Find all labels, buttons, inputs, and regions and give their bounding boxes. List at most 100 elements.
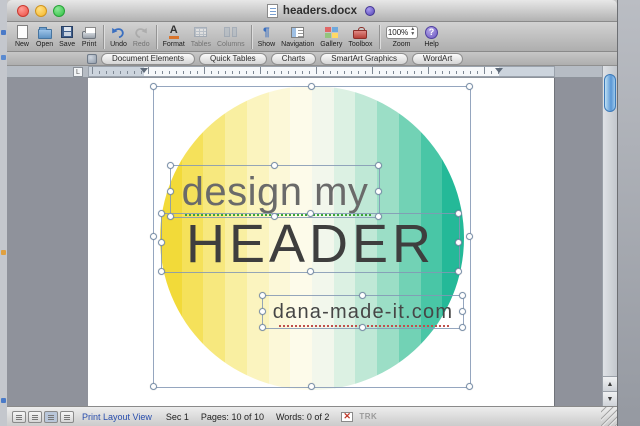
columns-button[interactable]: Columns (214, 24, 248, 48)
document-area[interactable]: design my HEADER dana-made-it.com (7, 78, 602, 406)
ruler-tick (358, 71, 359, 74)
ruler-tick (106, 71, 107, 74)
format-button[interactable]: A Format (160, 24, 188, 49)
resize-grip[interactable] (601, 407, 617, 426)
right-indent-marker[interactable] (495, 68, 503, 73)
gallery-button[interactable]: Gallery (317, 24, 345, 48)
tab-smartart-graphics[interactable]: SmartArt Graphics (320, 52, 409, 65)
selection-box-header[interactable] (158, 210, 462, 275)
horizontal-ruler[interactable] (88, 66, 555, 77)
selection-handle[interactable] (459, 308, 466, 315)
outline-view-button[interactable] (28, 410, 42, 423)
print-layout-view-button[interactable] (44, 410, 58, 423)
selection-handle[interactable] (306, 210, 314, 217)
selection-handle[interactable] (150, 233, 157, 240)
selection-handle[interactable] (158, 239, 165, 246)
selection-handle[interactable] (271, 162, 278, 169)
section-indicator: Sec 1 (165, 411, 189, 422)
show-button[interactable]: ¶ Show (255, 24, 279, 48)
left-indent-marker[interactable] (140, 68, 148, 73)
gallery-toggle-icon[interactable] (87, 53, 97, 64)
print-button[interactable]: Print (78, 24, 100, 48)
format-icon: A (168, 25, 179, 39)
toolbar-separator (250, 25, 252, 49)
scrollbar-thumb[interactable] (604, 74, 616, 112)
selection-handle[interactable] (455, 239, 462, 246)
selection-handle[interactable] (359, 292, 366, 299)
gallery-icon (324, 26, 338, 38)
selection-handle[interactable] (306, 268, 314, 275)
toolbar-label: Format (162, 41, 185, 48)
selection-box-design-my[interactable] (167, 162, 382, 220)
help-button[interactable]: ? Help (421, 24, 443, 48)
selection-box-url[interactable] (259, 292, 466, 331)
tab-wordart[interactable]: WordArt (412, 52, 464, 65)
tab-quick-tables[interactable]: Quick Tables (199, 52, 267, 65)
ruler-tick (379, 71, 380, 74)
selection-handle[interactable] (466, 83, 473, 90)
selection-handle[interactable] (466, 233, 473, 240)
new-button[interactable]: New (11, 24, 33, 48)
ruler-tick (197, 71, 198, 74)
selection-handle[interactable] (167, 187, 174, 195)
ruler-tick (456, 71, 457, 74)
ruler-tick (540, 67, 541, 74)
selection-handle[interactable] (150, 383, 157, 390)
ruler-tick (134, 71, 135, 74)
selection-handle[interactable] (459, 292, 466, 299)
track-changes-toggle[interactable]: TRK (359, 412, 377, 421)
zoom-control[interactable]: 100% ▲ ▼ Zoom (383, 24, 421, 48)
title-bar-gem-button[interactable] (365, 6, 375, 16)
draft-view-button[interactable] (12, 410, 26, 423)
show-marks-icon: ¶ (263, 25, 270, 39)
ruler-tick (288, 71, 289, 74)
ruler-tick (491, 71, 492, 74)
tab-stop-selector[interactable]: L (73, 67, 83, 77)
new-document-icon (16, 25, 28, 39)
notebook-view-button[interactable] (60, 410, 74, 423)
selection-handle[interactable] (375, 187, 382, 195)
selection-handle[interactable] (459, 324, 466, 331)
scroll-down-button[interactable]: ▼ (603, 391, 617, 406)
selection-handle[interactable] (308, 383, 315, 390)
view-mode-label[interactable]: Print Layout View (82, 412, 152, 422)
zoom-dropdown[interactable]: 100% ▲ ▼ (385, 25, 418, 39)
ruler-tick (253, 71, 254, 74)
selection-handle[interactable] (308, 83, 315, 90)
spelling-status-icon[interactable] (341, 411, 354, 422)
tab-label: Document Elements (112, 54, 185, 63)
ruler-tick (309, 71, 310, 74)
scroll-up-button[interactable]: ▲ (603, 376, 617, 391)
ruler-tick (204, 67, 205, 74)
selection-handle[interactable] (455, 268, 462, 275)
toolbox-button[interactable]: Toolbox (345, 24, 375, 48)
selection-handle[interactable] (375, 162, 382, 169)
ruler-tick (295, 71, 296, 74)
navigation-button[interactable]: Navigation (278, 24, 317, 48)
selection-handle[interactable] (158, 210, 165, 217)
selection-handle[interactable] (359, 324, 366, 331)
toolbar-label: Undo (110, 41, 127, 48)
selection-handle[interactable] (150, 83, 157, 90)
selection-handle[interactable] (466, 383, 473, 390)
selection-handle[interactable] (259, 292, 266, 299)
selection-handle[interactable] (167, 162, 174, 169)
selection-handle[interactable] (455, 210, 462, 217)
tab-charts[interactable]: Charts (270, 52, 317, 65)
selection-handle[interactable] (158, 268, 165, 275)
ruler-tick (281, 71, 282, 74)
save-button[interactable]: Save (56, 24, 78, 48)
redo-button[interactable]: Redo (130, 24, 153, 48)
vertical-scrollbar[interactable]: ▲ ▼ (602, 66, 617, 406)
ruler-tick (190, 71, 191, 74)
selection-handle[interactable] (259, 324, 266, 331)
document-proxy-icon[interactable] (266, 4, 278, 18)
undo-button[interactable]: Undo (107, 24, 130, 48)
ruler-tick (120, 71, 121, 74)
ruler-tick (260, 67, 261, 74)
open-button[interactable]: Open (33, 24, 56, 48)
tables-button[interactable]: Tables (188, 24, 214, 48)
tab-document-elements[interactable]: Document Elements (101, 52, 196, 65)
title-bar[interactable]: headers.docx (7, 0, 617, 22)
selection-handle[interactable] (259, 308, 266, 315)
